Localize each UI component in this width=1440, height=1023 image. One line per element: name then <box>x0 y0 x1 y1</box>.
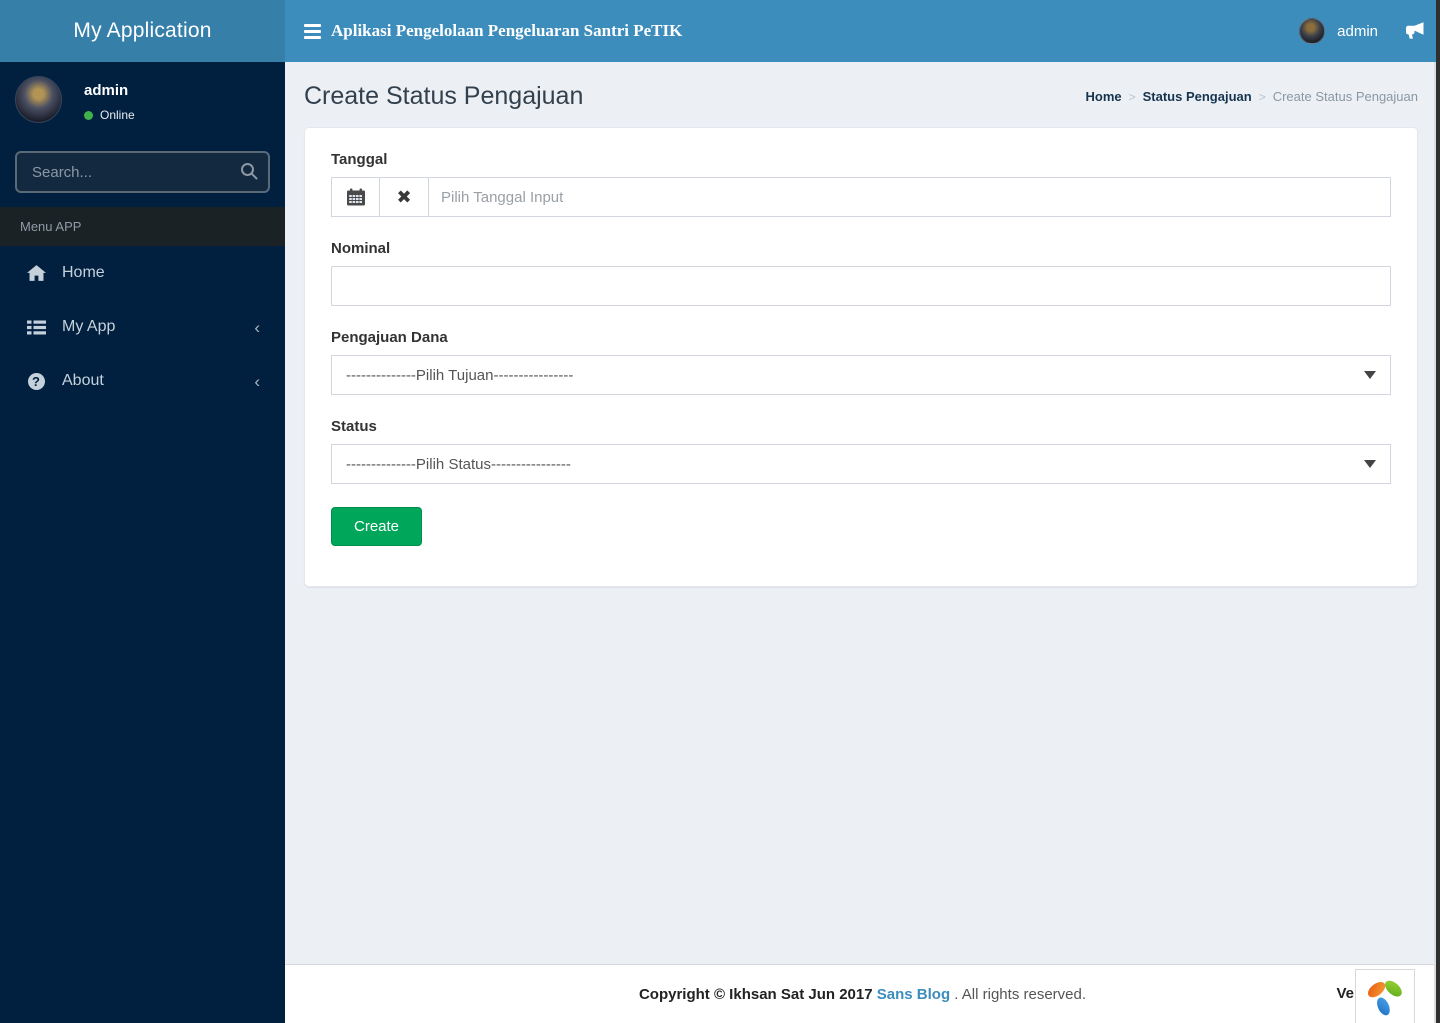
nominal-label: Nominal <box>331 240 391 257</box>
breadcrumb-separator: > <box>1128 89 1136 104</box>
status-label: Status <box>331 418 377 435</box>
overlay-logo-box <box>1355 969 1415 1023</box>
pengajuan-dana-label: Pengajuan Dana <box>331 329 448 346</box>
top-header: My Application Aplikasi Pengelolaan Peng… <box>0 0 1440 62</box>
footer-blog-link[interactable]: Sans Blog <box>877 986 950 1003</box>
online-status-dot <box>84 110 93 120</box>
home-icon <box>24 265 48 281</box>
megaphone-icon[interactable] <box>1404 21 1426 41</box>
breadcrumb-current: Create Status Pengajuan <box>1272 89 1418 104</box>
create-button[interactable]: Create <box>331 507 423 546</box>
status-selected-value: --------------Pilih Status--------------… <box>346 455 571 473</box>
breadcrumb-status-pengajuan[interactable]: Status Pengajuan <box>1143 89 1252 104</box>
tanggal-label: Tanggal <box>331 151 388 168</box>
app-title: Aplikasi Pengelolaan Pengeluaran Santri … <box>331 21 683 40</box>
sidebar-user-panel: admin Online <box>0 62 285 133</box>
navbar-username: admin <box>1337 22 1378 40</box>
sidebar-item-label: My App <box>62 318 116 335</box>
breadcrumb-separator: > <box>1258 89 1266 104</box>
chevron-left-icon: ‹ <box>254 317 260 337</box>
question-icon: ? <box>24 372 48 390</box>
clear-date-icon[interactable]: ✖ <box>380 177 429 217</box>
brand-logo[interactable]: My Application <box>0 0 285 62</box>
status-select[interactable]: --------------Pilih Status--------------… <box>331 444 1391 484</box>
dropdown-caret-icon <box>1364 371 1376 379</box>
calendar-icon[interactable] <box>331 177 380 217</box>
tanggal-input[interactable] <box>429 177 1391 217</box>
sidebar-search <box>15 151 270 193</box>
list-icon <box>24 320 48 335</box>
avatar <box>1299 18 1326 44</box>
main-content: Create Status Pengajuan Home > Status Pe… <box>285 62 1440 1023</box>
footer-copyright-text: Copyright © Ikhsan Sat Jun 2017 <box>638 985 873 1003</box>
breadcrumb-home[interactable]: Home <box>1085 89 1121 104</box>
search-input[interactable] <box>15 151 270 193</box>
sidebar-section-header: Menu APP <box>0 207 285 246</box>
nominal-input[interactable] <box>331 266 1391 306</box>
online-status-label: Online <box>100 108 135 122</box>
chevron-left-icon: ‹ <box>254 371 260 391</box>
tanggal-input-group: ✖ <box>331 177 1391 217</box>
sidebar-username: admin <box>84 82 129 99</box>
search-icon[interactable] <box>240 162 258 180</box>
pengajuan-dana-selected-value: --------------Pilih Tujuan--------------… <box>346 366 574 384</box>
form-card: Tanggal ✖ Pilih Tanggal Input Nominal Pe… <box>304 127 1418 587</box>
sidebar-item-home[interactable]: Home <box>0 246 285 300</box>
pengajuan-dana-select[interactable]: --------------Pilih Tujuan--------------… <box>331 355 1391 395</box>
sidebar-item-label: Home <box>62 264 105 281</box>
sidebar-item-my-app[interactable]: My App ‹ <box>0 300 285 354</box>
sidebar-item-label: About <box>62 372 104 389</box>
dropdown-caret-icon <box>1364 460 1376 468</box>
avatar <box>15 76 62 123</box>
navbar: Aplikasi Pengelolaan Pengeluaran Santri … <box>285 0 1440 62</box>
sidebar-menu: Home My App ‹ ? About ‹ <box>0 246 285 408</box>
breadcrumb: Home > Status Pengajuan > Create Status … <box>1085 89 1418 104</box>
petal-logo-icon <box>1367 980 1402 1015</box>
sidebar: admin Online Menu APP <box>0 62 285 1023</box>
footer-version-text: Ve <box>1336 985 1354 1002</box>
footer-copyright: Copyright © Ikhsan Sat Jun 2017 Sans Blo… <box>639 986 1086 1003</box>
sidebar-toggle-icon[interactable] <box>285 0 325 62</box>
footer: Copyright © Ikhsan Sat Jun 2017 Sans Blo… <box>285 964 1440 1023</box>
user-menu[interactable]: admin <box>1299 18 1378 44</box>
footer-rights-text: . All rights reserved. <box>950 985 1087 1003</box>
sidebar-item-about[interactable]: ? About ‹ <box>0 354 285 408</box>
scrollbar-thumb[interactable] <box>1436 0 1440 1023</box>
